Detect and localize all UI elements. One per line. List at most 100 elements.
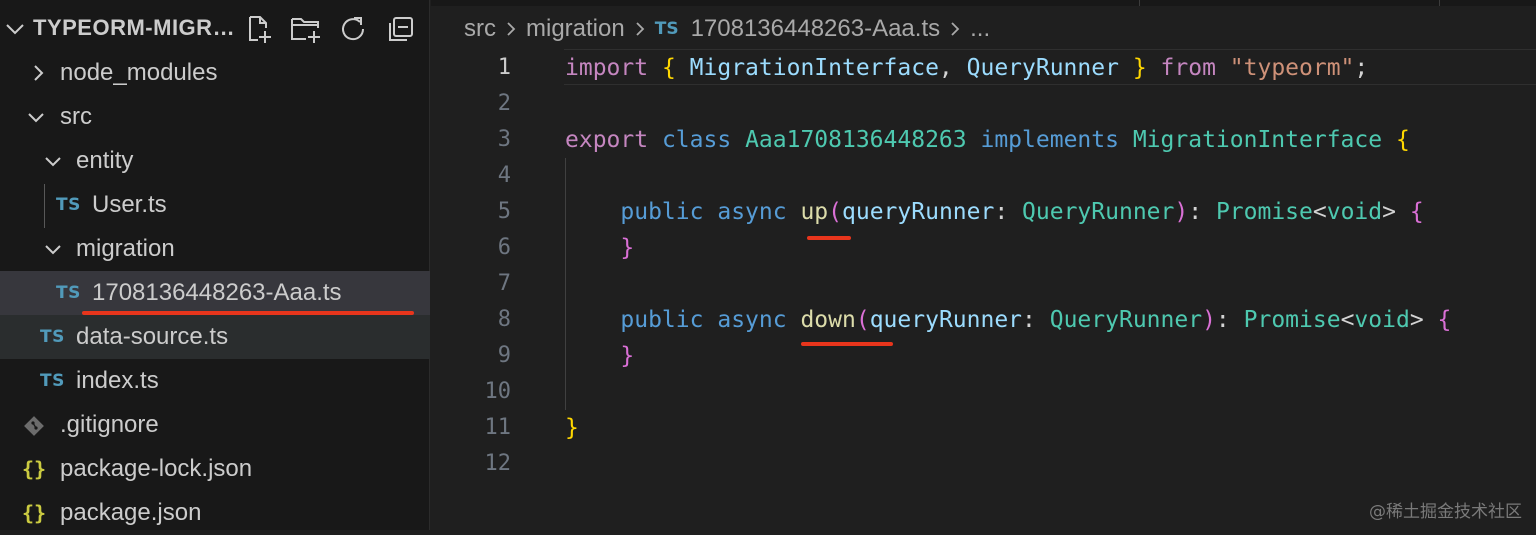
code-line[interactable]: 10 xyxy=(431,374,1536,410)
code-line[interactable]: 12 xyxy=(431,446,1536,482)
chevron-right-icon xyxy=(34,65,44,81)
breadcrumb-item-src[interactable]: src xyxy=(464,15,496,43)
code-text: } xyxy=(565,338,634,374)
code-token: QueryRunner xyxy=(1022,199,1175,225)
chevron-right-icon xyxy=(633,20,647,38)
tree-item-label: index.ts xyxy=(76,367,159,394)
code-token: public xyxy=(620,199,704,225)
collapse-all-button[interactable] xyxy=(384,12,418,46)
breadcrumb: src migration TS 1708136448263-Aaa.ts ..… xyxy=(464,14,990,44)
breadcrumb-item-file[interactable]: 1708136448263-Aaa.ts xyxy=(691,15,941,43)
line-number: 10 xyxy=(484,379,512,404)
code-text: export class Aaa1708136448263 implements… xyxy=(565,122,1410,158)
code-token: "typeorm" xyxy=(1229,55,1355,81)
json-file-icon: {} xyxy=(22,457,47,481)
breadcrumb-item-migration[interactable]: migration xyxy=(526,15,625,43)
code-line[interactable]: 5 public async up(queryRunner: QueryRunn… xyxy=(431,194,1536,230)
json-file-icon: {} xyxy=(22,501,47,525)
refresh-icon xyxy=(342,17,365,41)
line-number: 4 xyxy=(497,163,511,188)
code-token: < xyxy=(1312,199,1327,225)
code-token: queryRunner xyxy=(842,199,995,225)
breadcrumb-item-symbol[interactable]: ... xyxy=(970,15,990,43)
code-line[interactable]: 6 } xyxy=(431,230,1536,266)
code-token: import xyxy=(565,55,649,81)
tree-item-src[interactable]: src xyxy=(0,95,430,139)
tree-item-migration[interactable]: migration xyxy=(0,227,430,271)
watermark: @稀土掘金技术社区 xyxy=(1369,502,1522,522)
code-token: { xyxy=(661,55,676,81)
typescript-file-icon: TS xyxy=(56,195,81,215)
tab-bar xyxy=(431,0,1536,6)
typescript-file-icon: TS xyxy=(40,327,65,347)
code-token: ) xyxy=(1202,307,1216,333)
code-token: public xyxy=(620,307,704,333)
code-token: Promise xyxy=(1243,307,1341,333)
tree-item-package-json[interactable]: {} package.json xyxy=(0,491,430,535)
collapse-all-icon xyxy=(389,17,413,41)
code-token: } xyxy=(565,415,579,441)
code-token: : xyxy=(1188,199,1216,225)
code-token: < xyxy=(1340,307,1355,333)
code-line[interactable]: 4 xyxy=(431,158,1536,194)
tree-item-data-source-ts[interactable]: TS data-source.ts xyxy=(0,315,430,359)
tree-item-package-lock-json[interactable]: {} package-lock.json xyxy=(0,447,430,491)
typescript-file-icon: TS xyxy=(40,371,65,391)
tree-item-user-ts[interactable]: TS User.ts xyxy=(0,183,430,227)
code-text: public async up(queryRunner: QueryRunner… xyxy=(565,194,1423,230)
typescript-file-icon: TS xyxy=(56,283,81,303)
code-line[interactable]: 3 export class Aaa1708136448263 implement… xyxy=(431,122,1536,158)
code-line[interactable]: 2 xyxy=(431,86,1536,122)
code-line[interactable]: 9 } xyxy=(431,338,1536,374)
line-number: 8 xyxy=(497,307,511,332)
annotation-underline xyxy=(82,311,414,315)
code-token: MigrationInterface xyxy=(1132,127,1383,153)
code-token: ) xyxy=(1174,199,1189,225)
tree-item-entity[interactable]: entity xyxy=(0,139,430,183)
tree-item-label: src xyxy=(60,103,92,130)
tree-item-label: 1708136448263-Aaa.ts xyxy=(92,279,342,306)
tree-item-node-modules[interactable]: node_modules xyxy=(0,51,430,95)
tree-item-gitignore[interactable]: .gitignore xyxy=(0,403,430,447)
code-line[interactable]: 8 public async down(queryRunner: QueryRu… xyxy=(431,302,1536,338)
code-token: : xyxy=(994,199,1023,225)
new-folder-button[interactable] xyxy=(289,12,323,46)
new-file-button[interactable] xyxy=(242,12,276,46)
code-token: > xyxy=(1382,199,1410,225)
tree-item-index-ts[interactable]: TS index.ts xyxy=(0,359,430,403)
git-icon xyxy=(24,416,44,436)
code-token: > xyxy=(1409,307,1438,333)
code-line[interactable]: 1 import { MigrationInterface, QueryRunne… xyxy=(431,50,1536,86)
code-token: void xyxy=(1354,307,1410,333)
line-number: 9 xyxy=(497,343,511,368)
code-token: } xyxy=(1132,55,1147,81)
code-line[interactable]: 11} xyxy=(431,410,1536,446)
chevron-down-icon[interactable] xyxy=(4,18,26,40)
line-number: 7 xyxy=(497,271,511,296)
code-token: implements xyxy=(980,127,1119,153)
code-token: void xyxy=(1326,199,1383,225)
tree-item-migration-file[interactable]: TS 1708136448263-Aaa.ts xyxy=(0,271,430,315)
explorer-title[interactable]: TYPEORM-MIGRATION xyxy=(33,15,238,41)
code-line[interactable]: 7 xyxy=(431,266,1536,302)
code-token: { xyxy=(1395,127,1410,153)
code-token: QueryRunner xyxy=(1049,307,1203,333)
code-token: MigrationInterface xyxy=(689,55,939,81)
chevron-down-icon xyxy=(45,245,61,255)
tree-item-label: migration xyxy=(76,235,175,262)
chevron-right-icon xyxy=(948,20,962,38)
refresh-button[interactable] xyxy=(336,12,370,46)
chevron-down-icon xyxy=(28,113,44,123)
code-token: Promise xyxy=(1215,199,1313,225)
code-token: } xyxy=(620,343,635,369)
